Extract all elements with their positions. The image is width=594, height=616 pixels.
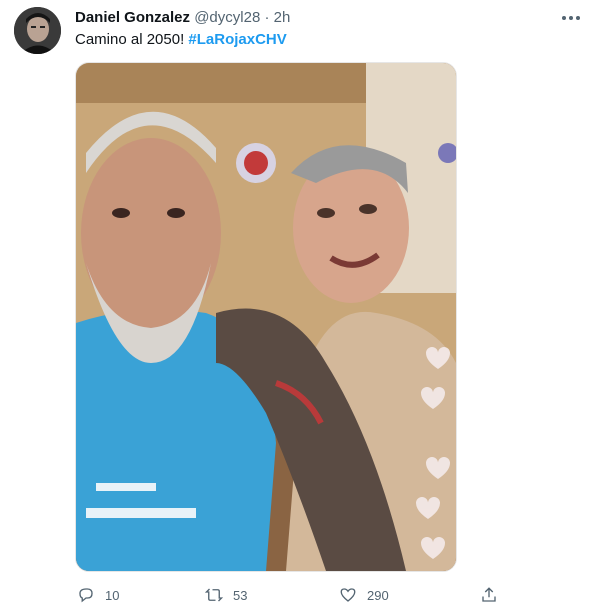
- reply-button[interactable]: 10: [75, 584, 119, 606]
- retweet-count: 53: [233, 587, 248, 603]
- tweet-text-body: Camino al 2050!: [75, 31, 185, 48]
- more-horizontal-icon: [561, 8, 581, 26]
- hashtag-link[interactable]: #LaRojaxCHV: [188, 31, 286, 48]
- share-button[interactable]: [478, 584, 500, 606]
- heart-icon: [337, 584, 359, 606]
- tweet-header: Daniel Gonzalez @dycyl28 · 2h: [75, 9, 290, 27]
- tweet-actions: 10 53 290: [75, 584, 505, 606]
- tweet-media-photo[interactable]: [75, 62, 457, 572]
- retweet-button[interactable]: 53: [203, 584, 247, 606]
- avatar[interactable]: [14, 7, 61, 54]
- more-options-button[interactable]: [558, 6, 584, 28]
- retweet-icon: [203, 584, 225, 606]
- tweet-time[interactable]: 2h: [274, 9, 291, 26]
- tweet-text: Camino al 2050! #LaRojaxCHV: [75, 31, 287, 49]
- reply-count: 10: [105, 587, 120, 603]
- author-name[interactable]: Daniel Gonzalez: [75, 9, 190, 26]
- like-button[interactable]: 290: [337, 584, 389, 606]
- share-icon: [478, 584, 500, 606]
- like-count: 290: [367, 587, 389, 603]
- reply-icon: [75, 584, 97, 606]
- author-handle[interactable]: @dycyl28: [194, 9, 260, 26]
- separator-dot: ·: [264, 9, 270, 26]
- tweet[interactable]: Daniel Gonzalez @dycyl28 · 2h Camino al …: [0, 0, 594, 616]
